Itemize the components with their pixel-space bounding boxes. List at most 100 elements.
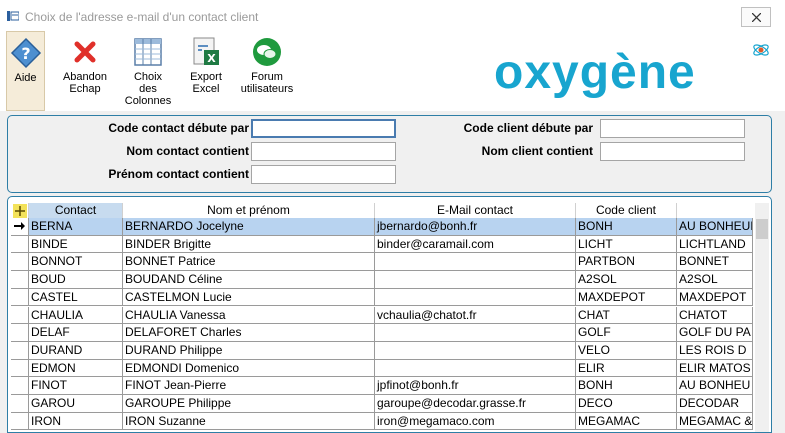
add-row-button[interactable] — [11, 203, 29, 218]
table-cell[interactable]: jbernardo@bonh.fr — [375, 218, 576, 236]
nom-contact-input[interactable] — [251, 142, 396, 161]
table-cell[interactable]: binder@caramail.com — [375, 235, 576, 254]
table-row[interactable]: DELAF DELAFORET Charles GOLF GOLF DU PA — [11, 324, 753, 342]
row-indicator[interactable] — [11, 324, 29, 342]
table-cell[interactable]: EDMON — [29, 359, 123, 378]
table-cell[interactable]: FINOT — [29, 377, 123, 395]
table-cell[interactable]: BONH — [576, 218, 677, 236]
table-cell[interactable]: BINDE — [29, 235, 123, 254]
table-row[interactable]: FINOT FINOT Jean-Pierre jpfinot@bonh.fr BON… — [11, 377, 753, 395]
table-cell[interactable]: MAXDEPOT — [576, 288, 677, 307]
table-cell[interactable]: BERNA — [29, 218, 123, 236]
nom-client-input[interactable] — [600, 142, 745, 161]
table-cell[interactable]: GAROU — [29, 395, 123, 413]
row-indicator[interactable] — [11, 235, 29, 254]
table-cell[interactable]: GOLF DU PA — [677, 324, 753, 342]
row-indicator[interactable] — [11, 306, 29, 325]
table-cell[interactable]: CASTELMON Lucie — [123, 288, 375, 307]
table-row[interactable]: CHAULIA CHAULIA Vanessa vchaulia@chatot.fr… — [11, 306, 753, 325]
table-cell[interactable]: EDMONDI Domenico — [123, 359, 375, 378]
table-cell[interactable] — [375, 341, 576, 360]
row-indicator[interactable] — [11, 271, 29, 289]
table-cell[interactable]: A2SOL — [576, 271, 677, 289]
table-cell[interactable]: VELO — [576, 341, 677, 360]
table-cell[interactable]: DURAND — [29, 341, 123, 360]
table-row[interactable]: BINDE BINDER Brigitte binder@caramail.com L… — [11, 235, 753, 254]
table-cell[interactable]: BINDER Brigitte — [123, 235, 375, 254]
table-cell[interactable] — [375, 288, 576, 307]
col-header-contact[interactable]: Contact — [29, 203, 123, 218]
table-cell[interactable]: GAROUPE Philippe — [123, 395, 375, 413]
table-cell[interactable]: BONNET — [677, 253, 753, 272]
table-cell[interactable]: GOLF — [576, 324, 677, 342]
abandon-button[interactable]: Abandon Echap — [59, 31, 111, 111]
forum-button[interactable]: Forum utilisateurs — [238, 31, 296, 111]
table-cell[interactable]: LES ROIS D — [677, 341, 753, 360]
vertical-scrollbar[interactable] — [755, 203, 769, 432]
code-client-input[interactable] — [600, 119, 745, 138]
table-cell[interactable] — [375, 271, 576, 289]
table-cell[interactable]: CHAULIA — [29, 306, 123, 325]
table-cell[interactable]: DURAND Philippe — [123, 341, 375, 360]
table-cell[interactable]: MAXDEPOT — [677, 288, 753, 307]
close-button[interactable] — [741, 7, 771, 27]
table-cell[interactable]: iron@megamaco.com — [375, 412, 576, 431]
table-cell[interactable]: PARTBON — [576, 253, 677, 272]
table-cell[interactable]: BOUD — [29, 271, 123, 289]
table-row[interactable]: DURAND DURAND Philippe VELO LES ROIS D — [11, 341, 753, 360]
table-cell[interactable]: DECODAR — [677, 395, 753, 413]
table-cell[interactable]: jpfinot@bonh.fr — [375, 377, 576, 395]
table-cell[interactable]: ELIR MATOS — [677, 359, 753, 378]
table-cell[interactable]: LICHT — [576, 235, 677, 254]
choix-colonnes-button[interactable]: Choix des Colonnes — [122, 31, 174, 111]
row-indicator[interactable] — [11, 377, 29, 395]
table-cell[interactable]: MEGAMAC & — [677, 412, 753, 431]
table-cell[interactable] — [375, 253, 576, 272]
table-cell[interactable]: vchaulia@chatot.fr — [375, 306, 576, 325]
table-cell[interactable]: BONH — [576, 377, 677, 395]
table-cell[interactable]: MEGAMAC — [576, 412, 677, 431]
row-indicator[interactable] — [11, 288, 29, 307]
table-cell[interactable]: BONNET Patrice — [123, 253, 375, 272]
table-cell[interactable]: CHAULIA Vanessa — [123, 306, 375, 325]
row-indicator[interactable] — [11, 218, 29, 236]
row-indicator[interactable] — [11, 412, 29, 431]
table-cell[interactable]: IRON — [29, 412, 123, 431]
code-contact-input[interactable] — [251, 119, 396, 138]
table-row[interactable]: IRON IRON Suzanne iron@megamaco.com MEGAMAC… — [11, 412, 753, 431]
table-cell[interactable]: DELAFORET Charles — [123, 324, 375, 342]
col-header-email[interactable]: E-Mail contact — [375, 203, 576, 218]
table-row[interactable]: EDMON EDMONDI Domenico ELIR ELIR MATOS — [11, 359, 753, 378]
col-header-client[interactable] — [677, 203, 753, 218]
table-cell[interactable]: AU BONHEU — [677, 377, 753, 395]
row-indicator[interactable] — [11, 341, 29, 360]
aide-button[interactable]: ? Aide — [6, 31, 45, 111]
row-indicator[interactable] — [11, 395, 29, 413]
table-cell[interactable]: garoupe@decodar.grasse.fr — [375, 395, 576, 413]
row-indicator[interactable] — [11, 359, 29, 378]
table-cell[interactable]: AU BONHEUR — [677, 218, 753, 236]
row-indicator[interactable] — [11, 253, 29, 272]
table-cell[interactable]: FINOT Jean-Pierre — [123, 377, 375, 395]
table-cell[interactable]: A2SOL — [677, 271, 753, 289]
scrollbar-thumb[interactable] — [756, 219, 768, 239]
table-cell[interactable] — [375, 324, 576, 342]
table-row[interactable]: BERNA BERNARDO Jocelyne jbernardo@bonh.fr B… — [11, 218, 753, 236]
col-header-code-client[interactable]: Code client — [576, 203, 677, 218]
table-row[interactable]: CASTEL CASTELMON Lucie MAXDEPOT MAXDEPOT — [11, 288, 753, 307]
table-cell[interactable]: ELIR — [576, 359, 677, 378]
table-row[interactable]: BONNOT BONNET Patrice PARTBON BONNET — [11, 253, 753, 272]
table-cell[interactable]: DECO — [576, 395, 677, 413]
table-cell[interactable]: DELAF — [29, 324, 123, 342]
table-cell[interactable]: LICHTLAND — [677, 235, 753, 254]
table-cell[interactable]: CHATOT — [677, 306, 753, 325]
table-cell[interactable] — [375, 359, 576, 378]
table-cell[interactable]: CASTEL — [29, 288, 123, 307]
col-header-nom-prenom[interactable]: Nom et prénom — [123, 203, 375, 218]
prenom-contact-input[interactable] — [251, 165, 396, 184]
table-cell[interactable]: BONNOT — [29, 253, 123, 272]
table-cell[interactable]: IRON Suzanne — [123, 412, 375, 431]
export-excel-button[interactable]: X Export Excel — [183, 31, 229, 111]
table-cell[interactable]: BERNARDO Jocelyne — [123, 218, 375, 236]
table-row[interactable]: GAROU GAROUPE Philippe garoupe@decodar.gra… — [11, 395, 753, 413]
